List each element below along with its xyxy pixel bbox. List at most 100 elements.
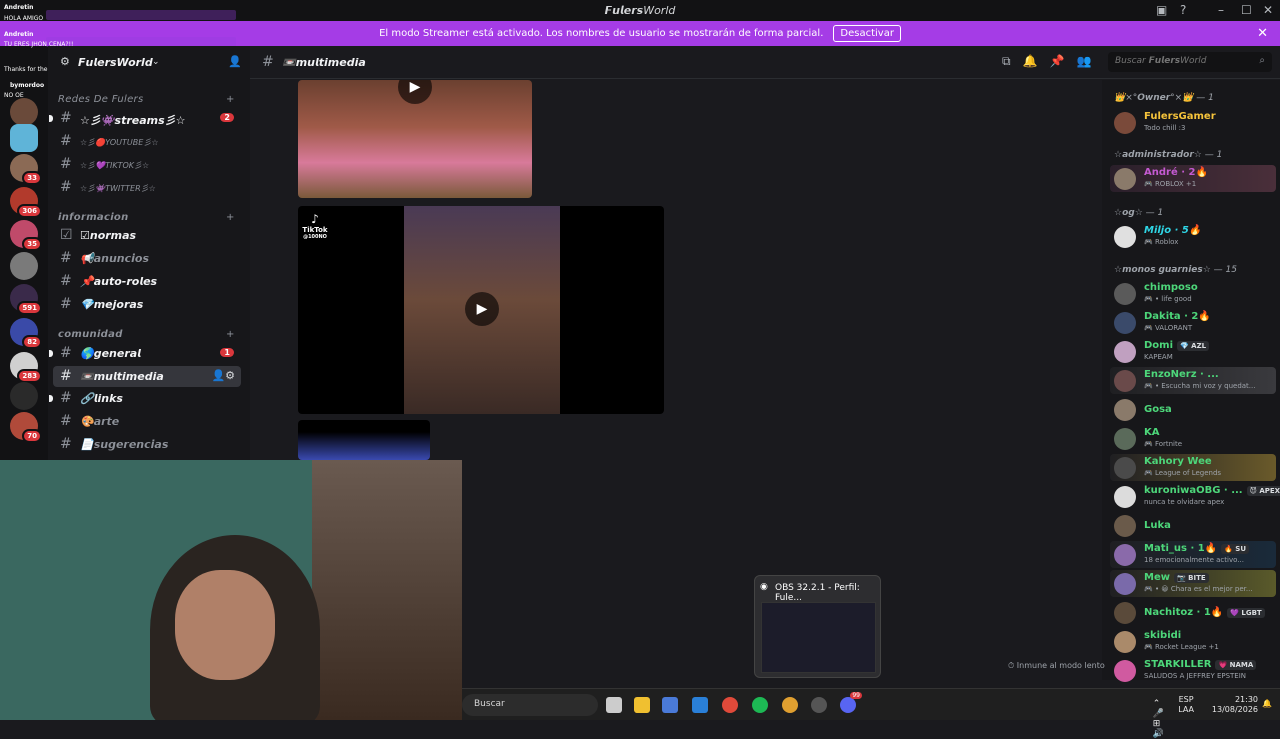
- member-item[interactable]: Dakita · 2🔥 🎮 VALORANT: [1110, 309, 1276, 336]
- tiktok-video-embed[interactable]: ♪ TikTok @100NO ▶: [298, 206, 664, 414]
- channel-label: 📢𝙖𝙣𝙪𝙣𝙘𝙞𝙤𝙨: [80, 252, 150, 265]
- play-icon[interactable]: ▶: [465, 292, 499, 326]
- mention-badge: 2: [220, 113, 234, 122]
- member-name-text: STARKILLER: [1144, 659, 1212, 670]
- play-icon[interactable]: ▶: [398, 80, 432, 104]
- channel-mejoras[interactable]: # 💎𝙢𝙚𝙟𝙤𝙧𝙖𝙨: [53, 294, 241, 315]
- channel-arte[interactable]: # 🎨𝙖𝙧𝙩𝙚: [53, 411, 241, 432]
- member-name: EnzoNerz · ...: [1144, 369, 1219, 380]
- member-item[interactable]: Nachitoz · 1🔥 💜 LGBT: [1110, 599, 1276, 626]
- member-item[interactable]: EnzoNerz · ... 🎮 • Escucha mi voz y queda…: [1110, 367, 1276, 394]
- server-icon[interactable]: [10, 98, 38, 126]
- video-embed[interactable]: [298, 420, 430, 460]
- add-channel-icon[interactable]: +: [226, 329, 235, 340]
- member-item[interactable]: FulersGamer Todo chill :3: [1110, 109, 1276, 136]
- hash-icon: #: [60, 368, 72, 384]
- chat-user: bymordoo: [10, 82, 45, 89]
- channel-streams[interactable]: # ☆彡👾𝙨𝙩𝙧𝙚𝙖𝙢𝙨彡☆ 2: [49, 108, 241, 129]
- channel-general[interactable]: # 🌎𝙜𝙚𝙣𝙚𝙧𝙖𝙡 1: [49, 343, 241, 364]
- channel-sugerencias[interactable]: # 📄𝙨𝙪𝙜𝙚𝙧𝙚𝙣𝙘𝙞𝙖𝙨: [53, 434, 241, 455]
- channel-multimedia[interactable]: # 📼𝙢𝙪𝙡𝙩𝙞𝙢𝙚𝙙𝙞𝙖 👤⚙: [53, 366, 241, 387]
- member-item[interactable]: André · 2🔥 🎮 ROBLOX +1: [1110, 165, 1276, 192]
- member-item[interactable]: Gosa: [1110, 396, 1276, 423]
- server-header[interactable]: ⚙ 𝙁𝙪𝙡𝙚𝙧𝙨World ⌄ 👤: [48, 50, 250, 74]
- member-item[interactable]: STARKILLER 💗 NAMA SALUDOS A JEFFREY EPSTEI…: [1110, 657, 1276, 684]
- category-comunidad[interactable]: 𝙘𝙤𝙢𝙪𝙣𝙞𝙙𝙖𝙙 +: [58, 329, 234, 340]
- channel-links[interactable]: # 🔗𝙡𝙞𝙣𝙠𝙨: [49, 388, 241, 409]
- member-name: Gosa: [1144, 404, 1172, 415]
- member-item[interactable]: KA 🎮 Fortnite: [1110, 425, 1276, 452]
- member-item[interactable]: Luka: [1110, 512, 1276, 539]
- role-header: ☆𝙖𝙙𝙢𝙞𝙣𝙞𝙨𝙩𝙧𝙖𝙙𝙤𝙧☆ — 1: [1114, 150, 1223, 160]
- member-status: 🎮 ROBLOX +1: [1144, 180, 1197, 188]
- member-status: Todo chill :3: [1144, 124, 1186, 132]
- channel-anuncios[interactable]: # 📢𝙖𝙣𝙪𝙣𝙘𝙞𝙤𝙨: [53, 248, 241, 269]
- channel-auto-roles[interactable]: # 📌𝙖𝙪𝙩𝙤-𝙧𝙤𝙡𝙚𝙨: [53, 271, 241, 292]
- server-icon[interactable]: 306: [10, 187, 42, 218]
- channel-normas[interactable]: ☑ ☑𝙣𝙤𝙧𝙢𝙖𝙨: [53, 225, 241, 246]
- chat-user: Andretin: [4, 31, 34, 38]
- member-item[interactable]: Domi 💎 AZL KAPEAM: [1110, 338, 1276, 365]
- help-icon[interactable]: ?: [1180, 3, 1186, 17]
- server-icon[interactable]: 35: [10, 220, 42, 251]
- member-item[interactable]: Miljo · 5🔥 🎮 Roblox: [1110, 223, 1276, 250]
- task-view-icon[interactable]: [606, 697, 622, 713]
- server-icon[interactable]: 33: [10, 154, 42, 185]
- deactivate-button[interactable]: Desactivar: [833, 25, 901, 42]
- discord-icon[interactable]: 99: [840, 692, 862, 713]
- server-icon[interactable]: 70: [10, 412, 42, 443]
- clock-time: 21:30: [1234, 695, 1258, 704]
- member-item[interactable]: Mati_us · 1🔥 🔥 SU 18 emocionalmente activo…: [1110, 541, 1276, 568]
- member-item[interactable]: kuroniwaOBG · ... 😈 APEX nunca te olvidare…: [1110, 483, 1280, 510]
- channel-tiktok[interactable]: # ☆彡💜TIKTOK彡☆: [53, 154, 241, 175]
- chrome-profile-icon[interactable]: [782, 697, 798, 713]
- server-badge: 306: [17, 204, 42, 218]
- close-window-icon[interactable]: ✕: [1263, 3, 1273, 17]
- avatar: [1114, 283, 1136, 305]
- file-explorer-icon[interactable]: [634, 697, 650, 713]
- channel-sidebar: ⚙ 𝙁𝙪𝙡𝙚𝙧𝙨World ⌄ 👤 Redes De Fulers + # ☆彡👾𝙨…: [48, 46, 250, 460]
- spotify-icon[interactable]: [752, 697, 768, 713]
- member-name: Mati_us · 1🔥 🔥 SU: [1144, 543, 1250, 554]
- slowmode-text: Inmune al modo lento: [1016, 661, 1105, 670]
- category-redes[interactable]: Redes De Fulers +: [58, 94, 234, 105]
- server-icon[interactable]: [10, 252, 38, 280]
- notification-icon[interactable]: 🔔: [1262, 699, 1272, 708]
- video-embed[interactable]: ▶: [298, 80, 532, 198]
- member-item[interactable]: chimposo 🎮 • life good: [1110, 280, 1276, 307]
- channel-youtube[interactable]: # ☆彡🔴YOUTUBE彡☆: [53, 131, 241, 152]
- hash-icon: #: [60, 390, 72, 406]
- add-member-icon[interactable]: 👤: [228, 55, 242, 68]
- search-input[interactable]: [1115, 56, 1245, 66]
- header-icons[interactable]: ⧉🔔📌👥: [1002, 54, 1103, 69]
- taskbar-search[interactable]: Buscar: [462, 694, 598, 716]
- member-item[interactable]: Mew 📷 BITE 🎮 • 😀 Chara es el mejor per...: [1110, 570, 1276, 597]
- server-icon[interactable]: 283: [10, 352, 42, 383]
- close-banner-icon[interactable]: ✕: [1257, 26, 1268, 41]
- search-box[interactable]: ⌕: [1108, 52, 1272, 72]
- server-icon[interactable]: [10, 124, 38, 152]
- add-channel-icon[interactable]: +: [226, 212, 235, 223]
- obs-taskbar-preview[interactable]: ◉ OBS 32.2.1 - Perfil: Fule...: [754, 575, 881, 678]
- inbox-icon[interactable]: ▣: [1156, 3, 1167, 17]
- tray-icons: ⌃ 🎤 ⊞ 🔊: [1152, 699, 1165, 739]
- minimize-icon[interactable]: –: [1218, 3, 1224, 17]
- server-icon[interactable]: 82: [10, 318, 42, 349]
- category-informacion[interactable]: 𝙞𝙣𝙛𝙤𝙧𝙢𝙖𝙘𝙞𝙤𝙣 +: [58, 212, 234, 223]
- server-icon[interactable]: 591: [10, 284, 42, 315]
- member-name: Mew 📷 BITE: [1144, 572, 1209, 583]
- store-icon[interactable]: [662, 697, 678, 713]
- add-channel-icon[interactable]: +: [226, 94, 235, 105]
- channel-settings-icon[interactable]: 👤⚙: [211, 369, 235, 382]
- member-name: Domi 💎 AZL: [1144, 340, 1210, 351]
- member-name: Nachitoz · 1🔥 💜 LGBT: [1144, 607, 1265, 618]
- chrome-icon[interactable]: [722, 697, 738, 713]
- obs-taskbar-icon[interactable]: [811, 697, 827, 713]
- member-status: 🎮 • Escucha mi voz y quedat...: [1144, 382, 1256, 390]
- member-item[interactable]: skibidi 🎮 Rocket League +1: [1110, 628, 1276, 655]
- outlook-icon[interactable]: [692, 697, 708, 713]
- server-icon[interactable]: [10, 382, 38, 410]
- member-item[interactable]: Kahory Wee 🎮 League of Legends: [1110, 454, 1276, 481]
- channel-twitter[interactable]: # ☆彡👾TWITTER彡☆: [53, 177, 241, 198]
- maximize-icon[interactable]: ☐: [1241, 3, 1252, 17]
